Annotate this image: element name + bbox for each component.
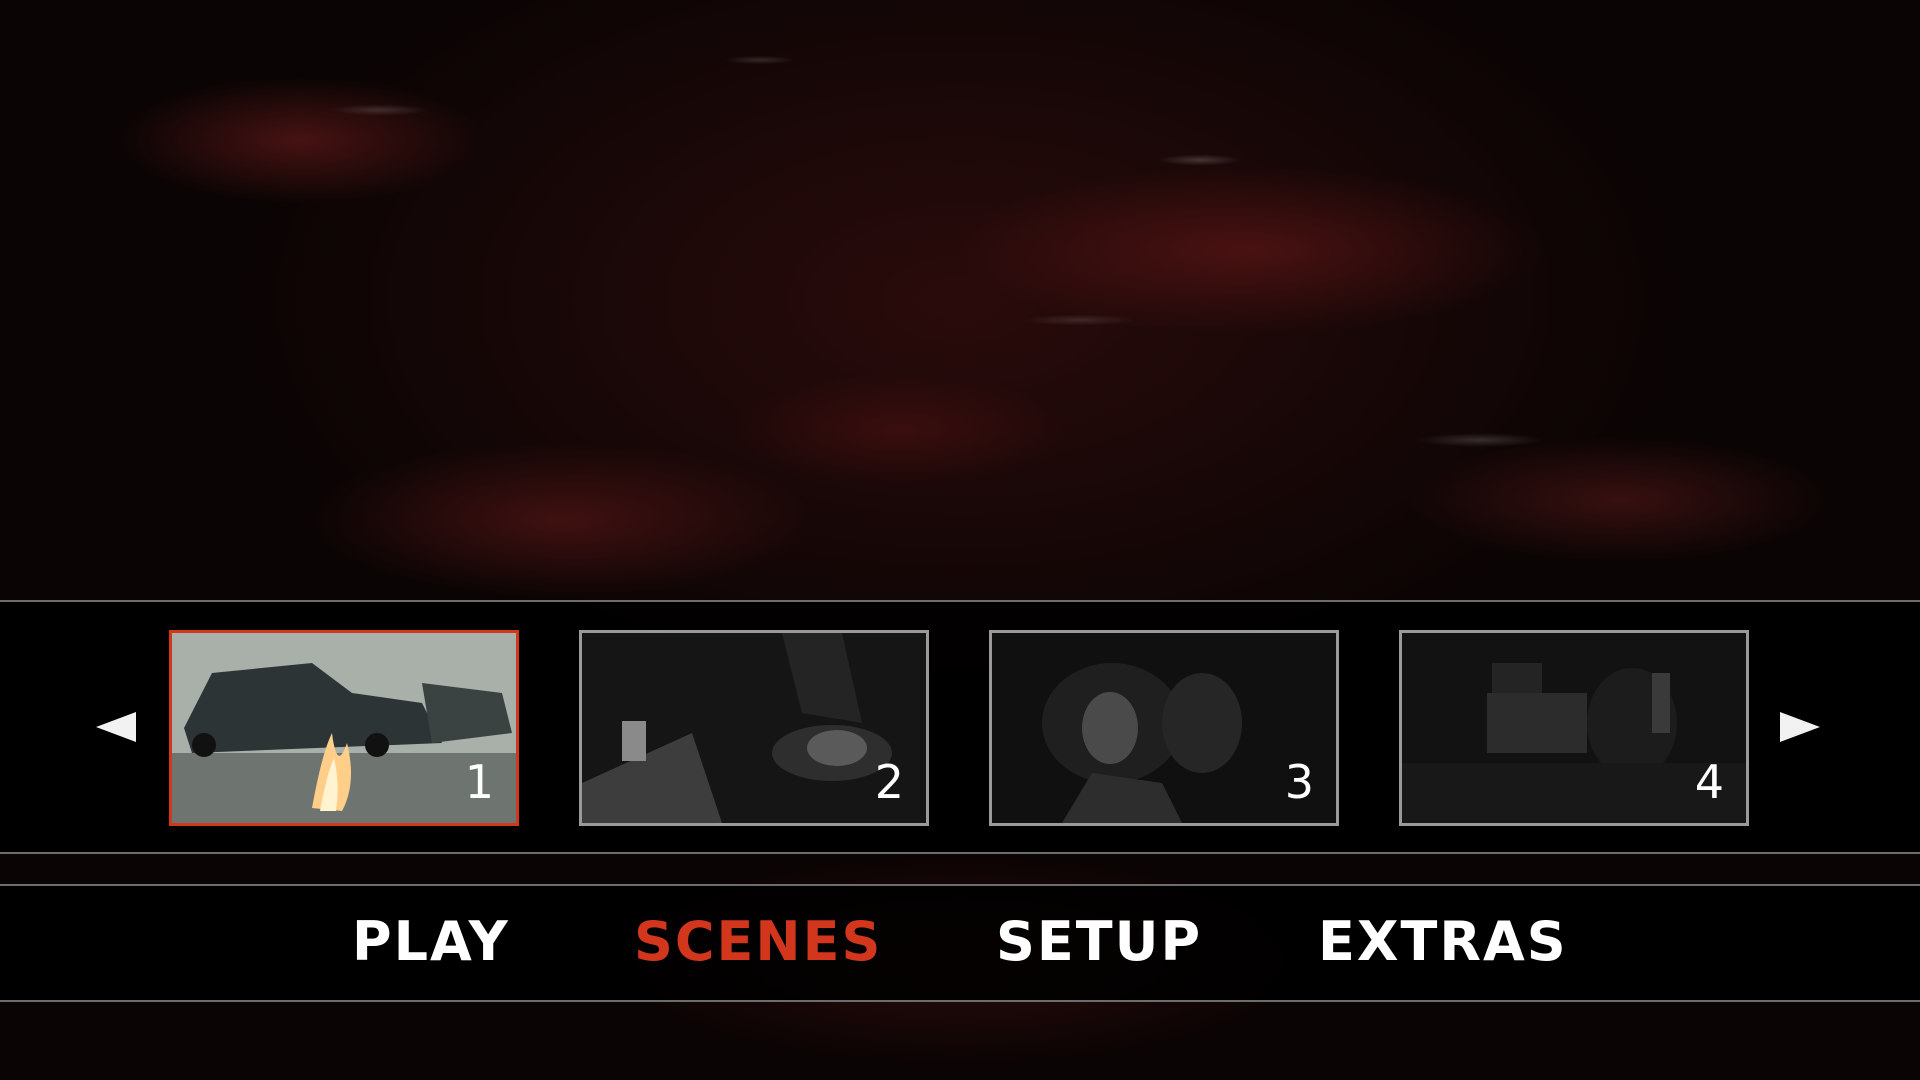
scene-number-3: 3: [1284, 755, 1314, 809]
scene-number-1: 1: [464, 755, 494, 809]
menu-scenes[interactable]: SCENES: [634, 910, 882, 974]
menu-extras[interactable]: EXTRAS: [1318, 910, 1568, 974]
scene-thumbnail-1[interactable]: 1: [169, 630, 519, 826]
main-menu-band: [0, 884, 1920, 1002]
menu-background: 1 2 3 4 PLAY SCENES SETUP EXTRAS: [0, 0, 1920, 1080]
next-scenes-arrow-icon[interactable]: [1780, 712, 1820, 742]
menu-play[interactable]: PLAY: [352, 910, 510, 974]
previous-scenes-arrow-icon[interactable]: [96, 712, 136, 742]
scene-number-2: 2: [874, 755, 904, 809]
scene-thumbnail-3[interactable]: 3: [989, 630, 1339, 826]
scene-number-4: 4: [1694, 755, 1724, 809]
scene-thumbnail-4[interactable]: 4: [1399, 630, 1749, 826]
menu-setup[interactable]: SETUP: [996, 910, 1202, 974]
scene-thumbnail-2[interactable]: 2: [579, 630, 929, 826]
